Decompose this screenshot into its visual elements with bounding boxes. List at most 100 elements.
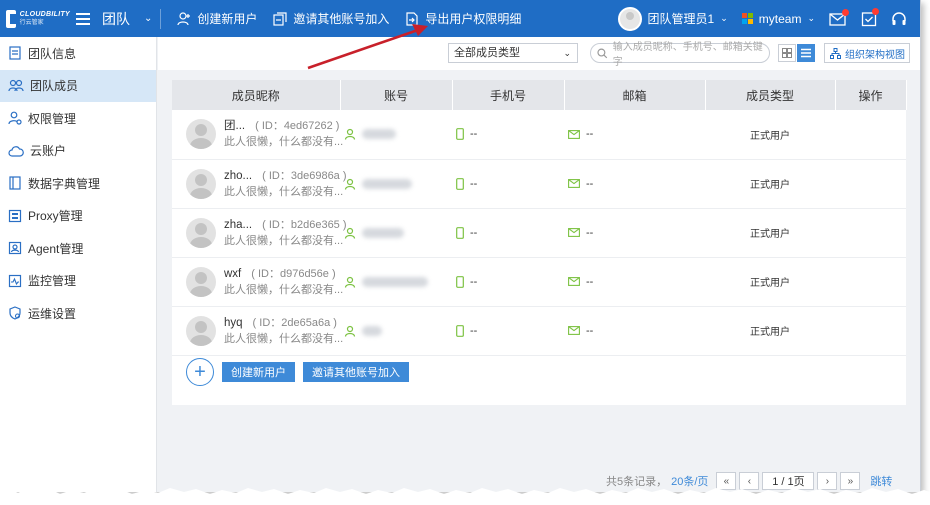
export-permissions-label: 导出用户权限明细 xyxy=(425,12,522,26)
account-cell xyxy=(340,208,452,258)
member-type-value: 全部成员类型 xyxy=(454,47,520,59)
notification-dot xyxy=(842,8,849,16)
user-icon xyxy=(344,129,356,140)
redacted-account xyxy=(362,178,412,189)
search-input[interactable]: 输入成员昵称、手机号、邮箱关键字 xyxy=(590,42,770,68)
proxy-icon xyxy=(8,209,22,222)
phone-cell: -- xyxy=(452,306,564,356)
avatar[interactable] xyxy=(186,119,216,150)
avatar[interactable] xyxy=(186,266,216,297)
messages-button[interactable] xyxy=(829,8,849,26)
sidebar-item-team-members[interactable]: 团队成员 xyxy=(0,69,156,102)
export-icon xyxy=(406,11,419,26)
sidebar-item-label: 团队成员 xyxy=(30,79,79,94)
row-actions-cell[interactable] xyxy=(835,208,906,258)
account-cell xyxy=(340,306,452,356)
org-chart-view-button[interactable]: 组织架构视图 xyxy=(824,43,910,63)
email-value: -- xyxy=(586,128,594,141)
list-icon xyxy=(801,48,811,58)
phone-icon xyxy=(456,128,464,141)
phone-cell: -- xyxy=(452,159,564,209)
col-header-account: 账号 xyxy=(340,80,453,110)
create-user-label: 创建新用户 xyxy=(197,12,258,26)
table-header-row: 成员昵称 账号 手机号 邮箱 成员类型 操作 xyxy=(172,80,907,110)
add-member-icon[interactable]: + xyxy=(186,358,214,386)
member-name[interactable]: wxf xyxy=(224,268,241,280)
table-row[interactable]: wxf ( ID：d976d56e ) 此人很懒，什么都没有... -- -- 正… xyxy=(172,257,906,307)
sidebar-item-data-dictionary[interactable]: 数据字典管理 xyxy=(0,167,156,200)
member-info: hyq ( ID：2de65a6a ) 此人很懒，什么都没有... xyxy=(172,315,344,347)
sidebar-item-proxy[interactable]: Proxy管理 xyxy=(0,200,156,233)
support-button[interactable] xyxy=(891,11,907,27)
phone-value: -- xyxy=(470,128,478,141)
team-selector[interactable]: myteam ⌄ xyxy=(741,11,815,26)
sidebar-item-label: Proxy管理 xyxy=(28,209,83,224)
torn-edge-decoration xyxy=(0,488,930,505)
avatar[interactable] xyxy=(186,217,216,248)
table-row[interactable]: hyq ( ID：2de65a6a ) 此人很懒，什么都没有... -- -- 正… xyxy=(172,306,906,356)
row-actions-cell[interactable] xyxy=(835,306,906,356)
app-logo[interactable]: CLOUDBILITY 行云管家 xyxy=(0,0,70,37)
chevron-down-icon[interactable]: ⌄ xyxy=(720,13,728,24)
tasks-button[interactable] xyxy=(861,7,879,27)
email-value: -- xyxy=(586,177,594,190)
user-icon xyxy=(344,276,356,288)
table-row[interactable]: zha... ( ID：b2d6e365 ) 此人很懒，什么都没有... -- -… xyxy=(172,208,906,258)
avatar[interactable] xyxy=(186,315,216,346)
member-id: ( ID：d976d56e ) xyxy=(251,267,336,280)
menu-toggle-icon[interactable] xyxy=(76,12,90,25)
member-signature: 此人很懒，什么都没有... xyxy=(224,332,344,345)
table-row[interactable]: 团...( ID：4ed67262 ) 此人很懒，什么都没有... -- -- … xyxy=(172,110,906,160)
member-type-select[interactable]: 全部成员类型 ⌄ xyxy=(448,43,578,63)
mail-icon xyxy=(568,129,580,139)
members-panel: 成员昵称 账号 手机号 邮箱 成员类型 操作 团... ( ID：4ed67262… xyxy=(172,80,907,405)
members-table: 成员昵称 账号 手机号 邮箱 成员类型 操作 团... ( ID：4ed67262… xyxy=(172,80,907,356)
sidebar-item-label: Agent管理 xyxy=(28,241,84,256)
table-row[interactable]: zho... ( ID：3de6986a ) 此人很懒，什么都没有... -- -… xyxy=(172,159,906,209)
sidebar-item-permissions[interactable]: 权限管理 xyxy=(0,102,156,135)
member-cell: zha... ( ID：b2d6e365 ) 此人很懒，什么都没有... xyxy=(172,208,347,258)
member-info: wxf ( ID：d976d56e ) 此人很懒，什么都没有... xyxy=(172,266,343,298)
member-name[interactable]: hyq xyxy=(224,317,243,329)
member-info: zha... ( ID：b2d6e365 ) 此人很懒，什么都没有... xyxy=(172,217,347,249)
list-view-button[interactable] xyxy=(797,44,815,62)
invite-account-action[interactable]: 邀请其他账号加入 xyxy=(273,10,389,27)
grid-view-button[interactable] xyxy=(778,44,796,62)
sidebar-item-team-info[interactable]: 团队信息 xyxy=(0,37,156,70)
sidebar-item-agent[interactable]: Agent管理 xyxy=(0,232,156,265)
member-name[interactable]: zho... xyxy=(224,170,252,182)
member-name[interactable]: zha... xyxy=(224,219,252,231)
email-cell: -- xyxy=(564,257,705,307)
search-icon xyxy=(597,48,608,58)
sidebar-item-ops-settings[interactable]: 运维设置 xyxy=(0,297,156,330)
member-text: 团... ( ID：4ed67262 ) 此人很懒，什么都没有... xyxy=(224,118,343,150)
avatar[interactable] xyxy=(617,6,642,31)
section-dropdown[interactable]: 团队 ⌄ xyxy=(102,9,152,29)
member-name[interactable]: 团... xyxy=(224,120,245,132)
member-cell: hyq ( ID：2de65a6a ) 此人很懒，什么都没有... xyxy=(172,306,344,356)
team-logo-icon xyxy=(741,12,754,25)
email-value: -- xyxy=(586,275,594,288)
invite-account-button[interactable]: 邀请其他账号加入 xyxy=(303,362,409,382)
member-type: 正式用户 xyxy=(705,257,835,307)
member-type: 正式用户 xyxy=(705,110,835,160)
phone-value: -- xyxy=(470,275,478,288)
sidebar-item-monitoring[interactable]: 监控管理 xyxy=(0,265,156,298)
phone-icon xyxy=(456,177,464,190)
avatar[interactable] xyxy=(186,168,216,199)
export-permissions-action[interactable]: 导出用户权限明细 xyxy=(405,10,521,27)
row-actions-cell[interactable] xyxy=(835,257,906,307)
sidebar-item-label: 监控管理 xyxy=(28,274,77,289)
sidebar-item-cloud-accounts[interactable]: 云账户 xyxy=(0,135,156,168)
create-user-action[interactable]: 创建新用户 xyxy=(177,10,257,27)
row-actions-cell[interactable] xyxy=(835,110,906,160)
agent-icon xyxy=(8,242,22,255)
user-name[interactable]: 团队管理员1 xyxy=(648,10,715,27)
create-user-button[interactable]: 创建新用户 xyxy=(222,362,295,382)
ops-settings-icon xyxy=(9,306,21,320)
row-actions-cell[interactable] xyxy=(835,159,906,209)
permission-user-icon xyxy=(8,111,22,125)
member-signature: 此人很懒，什么都没有... xyxy=(224,136,344,149)
phone-info: -- xyxy=(452,128,564,140)
team-name: myteam xyxy=(758,11,802,26)
